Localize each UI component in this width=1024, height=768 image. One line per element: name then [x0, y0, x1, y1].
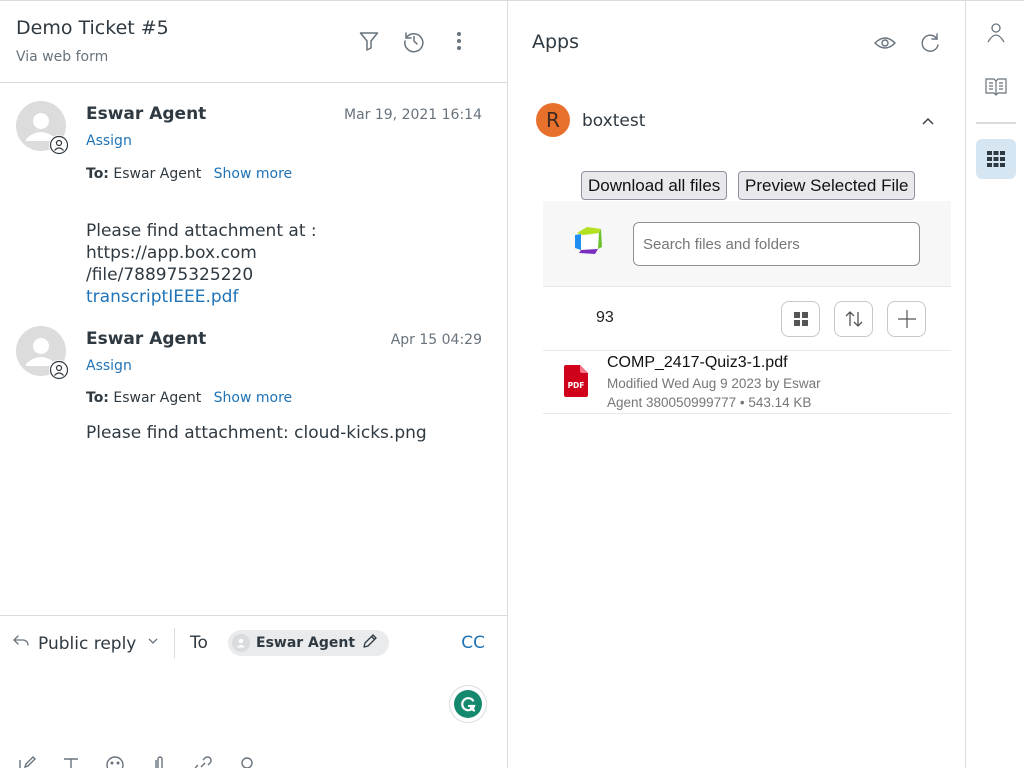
- apps-pane: Apps R boxtest Download all files Previe…: [508, 0, 965, 768]
- box-logo-icon: [575, 227, 602, 254]
- message-body-line: Please find attachment at : https://app.…: [86, 221, 317, 263]
- rail-divider: [976, 122, 1016, 124]
- ticket-header: Demo Ticket #5 Via web form: [0, 1, 507, 83]
- assign-link[interactable]: Assign: [86, 358, 132, 374]
- message-author: Eswar Agent: [86, 329, 207, 349]
- item-count: 93: [596, 309, 614, 326]
- show-more-link[interactable]: Show more: [214, 166, 293, 182]
- message-timestamp: Mar 19, 2021 16:14: [343, 107, 482, 123]
- more-options-icon[interactable]: [447, 29, 471, 53]
- recipient-line: To: Eswar Agent Show more: [86, 390, 292, 406]
- pencil-icon[interactable]: [361, 632, 379, 654]
- cc-button[interactable]: CC: [461, 633, 485, 653]
- message-body-line: /file/788975325220: [86, 265, 254, 285]
- user-icon: [987, 23, 1005, 43]
- recipient-chip[interactable]: Eswar Agent: [228, 630, 390, 656]
- recipient-name: Eswar Agent: [256, 635, 356, 651]
- box-toolbar: 93: [543, 288, 951, 351]
- knowledge-book-icon: [985, 78, 1007, 96]
- to-label: To:: [86, 390, 109, 406]
- reply-type-label: Public reply: [38, 633, 137, 654]
- compose-toolbar: [16, 754, 258, 768]
- ticket-title: Demo Ticket #5: [16, 17, 169, 39]
- agent-badge-icon: [49, 135, 69, 155]
- grammarly-button[interactable]: [449, 685, 487, 723]
- compose-icon[interactable]: [16, 754, 38, 768]
- apps-title: Apps: [532, 31, 580, 53]
- reply-type-dropdown[interactable]: Public reply: [12, 632, 162, 655]
- recipient-line: To: Eswar Agent Show more: [86, 166, 292, 182]
- to-value: Eswar Agent: [113, 390, 202, 406]
- app-name: boxtest: [582, 111, 646, 131]
- file-list-item[interactable]: PDF COMP_2417-Quiz3-1.pdf Modified Wed A…: [543, 352, 951, 414]
- text-format-icon[interactable]: [60, 754, 82, 768]
- grid-icon: [793, 312, 808, 326]
- attachment-link[interactable]: transcriptIEEE.pdf: [86, 286, 486, 308]
- message-body: Please find attachment at : https://app.…: [86, 220, 486, 308]
- assign-link[interactable]: Assign: [86, 133, 132, 149]
- message-author: Eswar Agent: [86, 104, 207, 124]
- message-body: Please find attachment: cloud-kicks.png: [86, 422, 486, 444]
- chevron-down-icon: [144, 632, 162, 655]
- filter-icon[interactable]: [357, 29, 381, 53]
- plus-icon: [897, 310, 916, 328]
- download-all-files-button[interactable]: Download all files: [581, 171, 728, 200]
- to-label: To:: [86, 166, 109, 182]
- to-value: Eswar Agent: [113, 166, 202, 182]
- app-avatar: R: [536, 103, 570, 137]
- ticket-channel: Via web form: [16, 49, 109, 65]
- add-button[interactable]: [887, 301, 926, 337]
- grammarly-icon: [454, 690, 482, 718]
- rail-user-button[interactable]: [976, 13, 1016, 53]
- file-meta: Modified Wed Aug 9 2023 by Eswar Agent 3…: [607, 374, 857, 412]
- conversation-pane: Demo Ticket #5 Via web form Eswar Agent …: [0, 0, 508, 768]
- chevron-up-icon[interactable]: [918, 111, 938, 131]
- box-header: [543, 201, 951, 287]
- message-timestamp: Apr 15 04:29: [390, 332, 482, 348]
- message-body-line: Please find attachment: cloud-kicks.png: [86, 423, 427, 443]
- emoji-icon[interactable]: [104, 754, 126, 768]
- refresh-icon[interactable]: [918, 31, 942, 55]
- file-meta-line: Modified Wed Aug 9 2023 by Eswar: [607, 376, 821, 391]
- to-label: To: [190, 633, 208, 653]
- apps-grid-icon: [987, 151, 1005, 167]
- agent-badge-icon: [49, 360, 69, 380]
- divider: [174, 628, 175, 658]
- sort-button[interactable]: [834, 301, 873, 337]
- context-rail: [965, 0, 1024, 768]
- file-meta-line: Agent 380050999777 • 543.14 KB: [607, 395, 812, 410]
- file-name[interactable]: COMP_2417-Quiz3-1.pdf: [607, 354, 788, 372]
- rail-knowledge-button[interactable]: [976, 66, 1016, 106]
- reply-arrow-icon: [12, 632, 30, 655]
- link-icon[interactable]: [192, 754, 214, 768]
- grid-view-button[interactable]: [781, 301, 820, 337]
- pdf-file-icon: PDF: [564, 365, 588, 397]
- preview-selected-file-button[interactable]: Preview Selected File: [738, 171, 916, 200]
- eye-icon[interactable]: [873, 31, 897, 55]
- history-icon[interactable]: [402, 29, 426, 53]
- rail-apps-button[interactable]: [976, 139, 1016, 179]
- recipient-avatar: [232, 634, 250, 652]
- reply-composer: Public reply To Eswar Agent CC: [0, 615, 507, 768]
- attachment-icon[interactable]: [148, 754, 170, 768]
- file-type-label: PDF: [568, 381, 585, 390]
- show-more-link[interactable]: Show more: [214, 390, 293, 406]
- sort-icon: [845, 311, 862, 327]
- search-icon[interactable]: [236, 754, 258, 768]
- search-files-input[interactable]: [633, 222, 920, 266]
